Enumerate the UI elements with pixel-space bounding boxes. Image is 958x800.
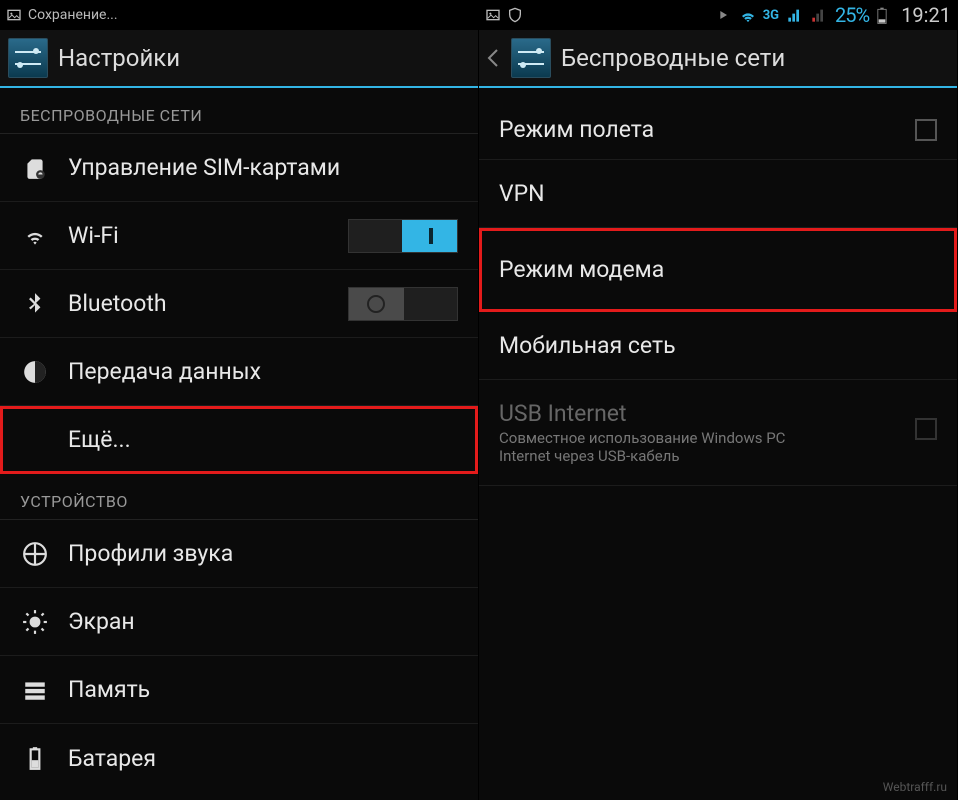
clock: 19:21 — [901, 3, 951, 27]
battery-icon — [20, 745, 50, 771]
wifi-toggle[interactable] — [348, 219, 458, 253]
signal-icon-2 — [811, 7, 827, 23]
image-icon — [6, 7, 22, 23]
row-audio[interactable]: Профили звука — [0, 520, 478, 588]
row-more[interactable]: Ещё... — [0, 406, 478, 474]
row-sublabel: Совместное использование Windows PC Inte… — [499, 429, 839, 465]
network-type: 3G — [763, 8, 779, 23]
settings-app-icon — [511, 38, 551, 78]
row-label: Ещё... — [68, 426, 131, 453]
row-label: Wi-Fi — [68, 222, 119, 249]
battery-status-icon — [877, 7, 893, 23]
row-mobile-network[interactable]: Мобильная сеть — [479, 312, 957, 380]
airplane-checkbox[interactable] — [915, 119, 937, 141]
shield-icon — [507, 7, 523, 23]
vibrate-icon — [715, 7, 731, 23]
battery-percent: 25% — [835, 3, 869, 27]
row-usb-internet: USB Internet Совместное использование Wi… — [479, 380, 957, 486]
display-icon — [20, 609, 50, 635]
row-label: Режим полета — [499, 116, 654, 143]
sim-icon — [20, 155, 50, 181]
wifi-status-icon — [739, 7, 755, 23]
storage-icon — [20, 677, 50, 703]
row-tethering[interactable]: Режим модема — [479, 228, 957, 312]
page-title: Беспроводные сети — [561, 44, 785, 72]
page-title: Настройки — [58, 44, 180, 72]
row-label: Режим модема — [499, 256, 664, 283]
back-icon[interactable] — [487, 29, 501, 87]
bluetooth-toggle[interactable] — [348, 287, 458, 321]
row-data-usage[interactable]: Передача данных — [0, 338, 478, 406]
left-screenshot: Сохранение... Настройки БЕСПРОВОДНЫЕ СЕТ… — [0, 0, 479, 800]
status-bar: Сохранение... — [0, 0, 478, 30]
row-memory[interactable]: Память — [0, 656, 478, 724]
row-vpn[interactable]: VPN — [479, 160, 957, 228]
row-wifi[interactable]: Wi-Fi — [0, 202, 478, 270]
row-label: Мобильная сеть — [499, 332, 676, 359]
row-battery[interactable]: Батарея — [0, 724, 478, 792]
row-label: Передача данных — [68, 358, 261, 385]
row-label: Профили звука — [68, 540, 233, 567]
settings-app-icon — [8, 38, 48, 78]
row-label: Батарея — [68, 745, 156, 772]
title-bar[interactable]: Беспроводные сети — [479, 30, 957, 88]
row-airplane-mode[interactable]: Режим полета — [479, 88, 957, 160]
row-label: Управление SIM-картами — [68, 154, 340, 181]
row-label: USB Internet — [499, 400, 897, 427]
wireless-list: Режим полета VPN Режим модема Мобильная … — [479, 88, 957, 800]
watermark: Webtrafff.ru — [883, 780, 947, 794]
section-header-device: УСТРОЙСТВО — [0, 474, 478, 520]
row-display[interactable]: Экран — [0, 588, 478, 656]
usb-checkbox — [915, 418, 937, 440]
status-bar: 3G 25% 19:21 — [479, 0, 957, 30]
signal-icon-1 — [787, 7, 803, 23]
row-label: Экран — [68, 608, 135, 635]
wifi-icon — [20, 223, 50, 249]
bluetooth-icon — [20, 291, 50, 317]
row-sim-cards[interactable]: Управление SIM-картами — [0, 134, 478, 202]
status-text: Сохранение... — [28, 7, 118, 23]
row-bluetooth[interactable]: Bluetooth — [0, 270, 478, 338]
settings-list: БЕСПРОВОДНЫЕ СЕТИ Управление SIM-картами… — [0, 88, 478, 800]
right-screenshot: 3G 25% 19:21 Беспроводные сети Режим пол… — [479, 0, 958, 800]
row-label: Bluetooth — [68, 290, 167, 317]
section-header-wireless: БЕСПРОВОДНЫЕ СЕТИ — [0, 88, 478, 134]
title-bar: Настройки — [0, 30, 478, 88]
row-label: VPN — [499, 180, 545, 207]
audio-icon — [20, 541, 50, 567]
data-icon — [20, 359, 50, 385]
row-label: Память — [68, 676, 150, 703]
image-icon — [485, 7, 501, 23]
